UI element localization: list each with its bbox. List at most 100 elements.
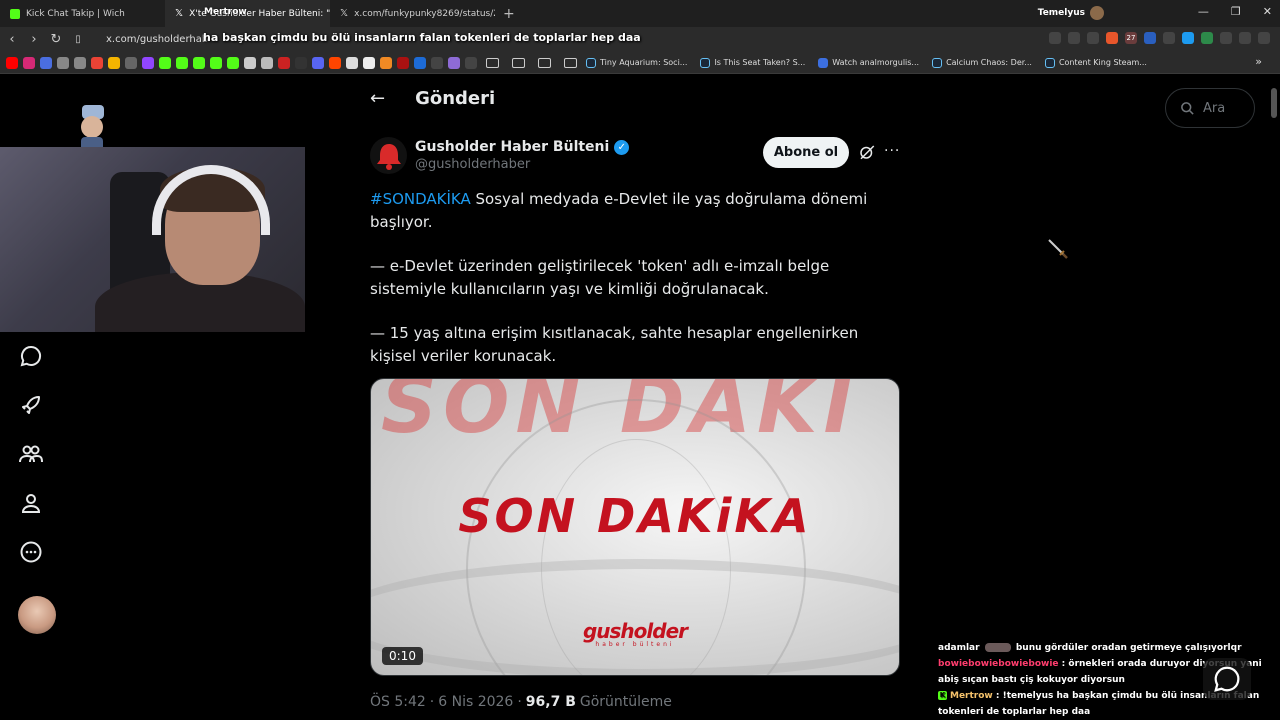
zoom-icon[interactable]: [1068, 32, 1080, 44]
page-scrollbar[interactable]: [1271, 88, 1277, 118]
bookmarks-overflow-icon[interactable]: »: [1255, 55, 1262, 68]
author-name[interactable]: Gusholder Haber Bülteni ✓: [415, 139, 630, 155]
folder-icon[interactable]: [564, 57, 577, 68]
brave-shield-icon[interactable]: [1106, 32, 1118, 44]
tab-kick-chat[interactable]: Kick Chat Takip | Wich: [0, 0, 165, 27]
bookmark-item[interactable]: Content King Steam...: [1044, 57, 1147, 68]
ring-graphic: [371, 559, 899, 675]
tweet-paragraph: #SONDAKİKA Sosyal medyada e-Devlet ile y…: [370, 190, 868, 231]
bookmark-favicon-icon[interactable]: [431, 56, 443, 69]
account-avatar[interactable]: [18, 596, 56, 634]
bookmark-favicon-icon[interactable]: [414, 56, 426, 69]
profile-icon[interactable]: [17, 489, 45, 516]
reload-icon[interactable]: ↻: [46, 32, 66, 47]
bookmark-item[interactable]: Is This Seat Taken? S...: [700, 57, 805, 68]
kick-icon[interactable]: [176, 56, 188, 69]
restore-icon[interactable]: ❐: [1231, 5, 1241, 18]
bookmarks-bar: Tiny Aquarium: Soci... Is This Seat Take…: [0, 52, 1280, 74]
sidebar-icon[interactable]: [1239, 32, 1251, 44]
chat-bubble-button[interactable]: [1203, 658, 1251, 700]
bookmark-favicon-icon[interactable]: [278, 56, 290, 69]
bookmark-favicon-icon[interactable]: [380, 56, 392, 69]
bookmark-favicon-icon[interactable]: [57, 56, 69, 69]
bookmark-favicon-icon[interactable]: [363, 56, 375, 69]
kick-icon[interactable]: [159, 56, 171, 69]
kick-icon[interactable]: [193, 56, 205, 69]
stream-overlay-name: Mertrow: [204, 7, 247, 17]
kick-badge-icon: K: [938, 691, 947, 700]
back-nav-icon[interactable]: ‹: [2, 32, 22, 47]
bookmark-favicon-icon[interactable]: [312, 56, 324, 69]
more-icon[interactable]: ···: [884, 143, 900, 159]
folder-icon[interactable]: [512, 57, 525, 68]
bookmark-icon[interactable]: ▯: [68, 34, 88, 45]
extension-icon[interactable]: [1201, 32, 1213, 44]
extension-icon[interactable]: [1182, 32, 1194, 44]
minimize-icon[interactable]: —: [1198, 5, 1209, 18]
tweet-time[interactable]: ÖS 5:42: [370, 694, 426, 710]
communities-icon[interactable]: [17, 440, 45, 467]
messages-icon[interactable]: [17, 342, 45, 369]
folder-icon[interactable]: [486, 57, 499, 68]
breaking-news-headline: SON DAKiKA: [458, 489, 812, 543]
reddit-icon[interactable]: [329, 56, 341, 69]
tweet-date[interactable]: 6 Nis 2026: [438, 694, 513, 710]
extension-icon[interactable]: [1163, 32, 1175, 44]
gmail-icon[interactable]: [91, 56, 103, 69]
search-input[interactable]: Ara: [1165, 88, 1255, 128]
bookmark-favicon-icon[interactable]: [261, 56, 273, 69]
video-player[interactable]: SON DAKİ SON DAKiKA gusholder haber bült…: [370, 378, 900, 676]
bookmark-favicon-icon[interactable]: [448, 56, 460, 69]
bookmark-favicon-icon: [818, 57, 829, 68]
extension-badge-icon[interactable]: 27: [1125, 32, 1137, 44]
bookmark-favicon-icon[interactable]: [346, 56, 358, 69]
steam-icon: [700, 57, 711, 68]
author-handle[interactable]: @gusholderhaber: [415, 157, 629, 172]
bookmark-item[interactable]: Calcium Chaos: Der...: [932, 57, 1032, 68]
profile-name: Temelyus: [1037, 8, 1085, 18]
browser-profile[interactable]: Temelyus: [1038, 6, 1104, 20]
rocket-icon[interactable]: [17, 391, 45, 418]
menu-icon[interactable]: [1258, 32, 1270, 44]
drive-icon[interactable]: [108, 56, 120, 69]
hashtag-link[interactable]: #SONDAKİKA: [370, 190, 471, 208]
folder-icon[interactable]: [538, 57, 551, 68]
author-avatar[interactable]: [370, 137, 407, 174]
close-window-icon[interactable]: ✕: [1263, 5, 1272, 18]
bookmark-favicon-icon[interactable]: [74, 56, 86, 69]
audio-icon[interactable]: [1144, 32, 1156, 44]
subscribe-button[interactable]: Abone ol: [763, 137, 849, 168]
bookmark-favicon-icon[interactable]: [397, 56, 409, 69]
forward-nav-icon[interactable]: ›: [24, 32, 44, 47]
search-placeholder: Ara: [1203, 100, 1226, 116]
extensions-puzzle-icon[interactable]: [1220, 32, 1232, 44]
bookmark-favicon-icon[interactable]: [244, 56, 256, 69]
tweet-text: #SONDAKİKA Sosyal medyada e-Devlet ile y…: [370, 188, 900, 389]
tab-x-post[interactable]: 𝕏 X'te Gusholder Haber Bülteni: "# ✕: [165, 0, 330, 27]
new-tab-button[interactable]: +: [495, 6, 523, 22]
grok-icon[interactable]: [858, 143, 876, 161]
bookmark-item[interactable]: Watch analmorgulis...: [818, 57, 919, 68]
bookmark-favicon-icon[interactable]: [465, 56, 477, 69]
x-logo-icon[interactable]: [295, 56, 307, 69]
share-icon[interactable]: [1087, 32, 1099, 44]
webcam-overlay: [0, 147, 305, 332]
bookmark-favicon-icon[interactable]: [210, 56, 222, 69]
left-nav: [17, 342, 45, 565]
back-arrow-icon[interactable]: ←: [370, 88, 385, 109]
url-input[interactable]: x.com/gusholderhab: [106, 34, 208, 45]
tab-x-status[interactable]: 𝕏 x.com/funkypunky8269/status/2040 ✕: [330, 0, 495, 27]
separator: ·: [517, 694, 522, 710]
cast-icon[interactable]: [1049, 32, 1061, 44]
bookmark-favicon-icon[interactable]: [40, 56, 52, 69]
tweet-meta: ÖS 5:42 · 6 Nis 2026 · 96,7 B Görüntülem…: [370, 694, 672, 710]
youtube-icon[interactable]: [6, 56, 18, 69]
bookmark-favicon-icon[interactable]: [227, 56, 239, 69]
profile-avatar: [1090, 6, 1104, 20]
bookmark-item[interactable]: Tiny Aquarium: Soci...: [586, 57, 687, 68]
instagram-icon[interactable]: [23, 56, 35, 69]
bookmark-favicon-icon[interactable]: [125, 56, 137, 69]
tweet-author[interactable]: Gusholder Haber Bülteni ✓ @gusholderhabe…: [370, 137, 630, 174]
twitch-icon[interactable]: [142, 56, 154, 69]
more-options-icon[interactable]: [17, 538, 45, 565]
